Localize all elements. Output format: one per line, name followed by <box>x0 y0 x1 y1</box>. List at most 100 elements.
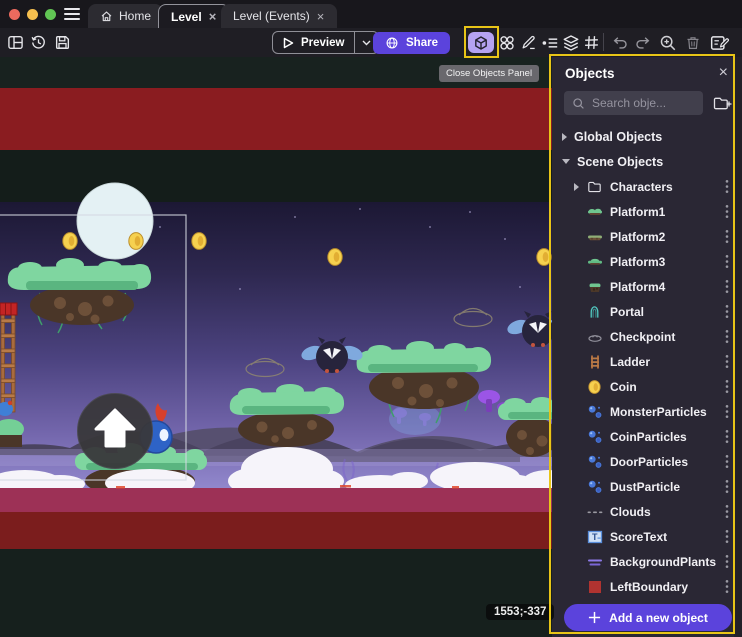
kebab-menu-icon[interactable] <box>720 229 734 244</box>
scene-editor-canvas[interactable] <box>0 57 554 637</box>
object-row-coin[interactable]: Coin <box>552 374 742 399</box>
zoom-icon[interactable] <box>658 33 677 52</box>
undo-icon[interactable] <box>611 33 630 52</box>
kebab-menu-icon[interactable] <box>720 479 734 494</box>
scene-dark-band <box>0 150 554 202</box>
object-row-checkpoint[interactable]: Checkpoint <box>552 324 742 349</box>
kebab-menu-icon[interactable] <box>720 404 734 419</box>
add-button-label: Add a new object <box>609 611 708 625</box>
kebab-menu-icon[interactable] <box>720 179 734 194</box>
object-row-platform4[interactable]: Platform4 <box>552 274 742 299</box>
tab-level-events[interactable]: Level (Events) × <box>221 4 337 28</box>
object-row-leftboundary[interactable]: LeftBoundary <box>552 574 742 599</box>
instances-list-icon[interactable] <box>540 33 559 52</box>
tab-home[interactable]: Home <box>88 4 163 28</box>
save-icon[interactable] <box>53 33 72 52</box>
tab-close-icon[interactable]: × <box>316 10 326 23</box>
redo-icon[interactable] <box>633 33 652 52</box>
object-row-ladder[interactable]: Ladder <box>552 349 742 374</box>
particles-icon <box>586 478 603 495</box>
hamburger-menu-icon[interactable] <box>64 8 80 20</box>
object-row-doorparticles[interactable]: DoorParticles <box>552 449 742 474</box>
grid-icon[interactable] <box>582 33 601 52</box>
object-name: Portal <box>610 305 720 319</box>
chevron-down-icon <box>362 40 371 46</box>
object-row-monsterparticles[interactable]: MonsterParticles <box>552 399 742 424</box>
add-folder-icon[interactable] <box>713 95 732 112</box>
tooltip: Close Objects Panel <box>439 65 539 82</box>
window-maximize-button[interactable] <box>45 9 56 20</box>
object-row-dustparticle[interactable]: DustParticle <box>552 474 742 499</box>
kebab-menu-icon[interactable] <box>720 429 734 444</box>
section-global-objects[interactable]: Global Objects <box>552 124 742 149</box>
ladder-icon <box>586 353 603 370</box>
object-row-backgroundplants[interactable]: BackgroundPlants <box>552 549 742 574</box>
left-boundary-instance[interactable] <box>0 303 17 315</box>
kebab-menu-icon[interactable] <box>720 329 734 344</box>
close-icon[interactable]: × <box>719 65 728 81</box>
window-close-button[interactable] <box>9 9 20 20</box>
platform-mossy-icon <box>586 278 603 295</box>
boundary-icon <box>586 578 603 595</box>
objects-panel: Objects × Search obje... Global Objects … <box>552 57 742 637</box>
kebab-menu-icon[interactable] <box>720 204 734 219</box>
kebab-menu-icon[interactable] <box>720 454 734 469</box>
object-row-coinparticles[interactable]: CoinParticles <box>552 424 742 449</box>
cursor-coordinates-badge: 1553;-337 <box>486 604 554 620</box>
kebab-menu-icon[interactable] <box>720 554 734 569</box>
pencil-icon[interactable] <box>519 33 538 52</box>
object-name: ScoreText <box>610 530 720 544</box>
history-icon[interactable] <box>29 33 48 52</box>
section-label: Scene Objects <box>577 155 663 169</box>
tab-level[interactable]: Level × <box>158 4 230 28</box>
share-button[interactable]: Share <box>373 32 450 54</box>
dark-red-band <box>0 512 554 549</box>
kebab-menu-icon[interactable] <box>720 529 734 544</box>
object-name: DustParticle <box>610 480 720 494</box>
kebab-menu-icon[interactable] <box>720 354 734 369</box>
kebab-menu-icon[interactable] <box>720 304 734 319</box>
object-row-platform1[interactable]: Platform1 <box>552 199 742 224</box>
jump-button-overlay[interactable] <box>78 394 153 469</box>
section-label: Global Objects <box>574 130 662 144</box>
preview-button[interactable]: Preview <box>272 31 379 54</box>
object-groups-icon[interactable] <box>497 33 516 52</box>
panels-layout-icon[interactable] <box>6 33 25 52</box>
tab-label: Level (Events) <box>233 9 310 23</box>
object-row-platform3[interactable]: Platform3 <box>552 249 742 274</box>
caret-down-icon <box>562 159 570 164</box>
objects-panel-header: Objects × <box>552 57 742 85</box>
section-scene-objects[interactable]: Scene Objects <box>552 149 742 174</box>
object-row-clouds[interactable]: Clouds <box>552 499 742 524</box>
search-icon <box>572 97 585 110</box>
moon[interactable] <box>77 183 153 259</box>
coin-icon <box>586 378 603 395</box>
object-row-platform2[interactable]: Platform2 <box>552 224 742 249</box>
search-input[interactable]: Search obje... <box>564 91 703 115</box>
kebab-menu-icon[interactable] <box>720 379 734 394</box>
object-row-portal[interactable]: Portal <box>552 299 742 324</box>
trash-icon[interactable] <box>683 33 702 52</box>
edit-scene-properties-icon[interactable] <box>708 33 731 52</box>
object-name: BackgroundPlants <box>610 555 720 569</box>
window-minimize-button[interactable] <box>27 9 38 20</box>
plus-icon <box>588 611 601 624</box>
particles-icon <box>586 403 603 420</box>
kebab-menu-icon[interactable] <box>720 504 734 519</box>
kebab-menu-icon[interactable] <box>720 254 734 269</box>
object-row-scoretext[interactable]: TScoreText <box>552 524 742 549</box>
panel-title: Objects <box>565 66 615 81</box>
objects-panel-toggle-button[interactable] <box>468 32 494 53</box>
kebab-menu-icon[interactable] <box>720 279 734 294</box>
scene-red-band <box>0 88 554 150</box>
caret-right-icon <box>562 133 567 141</box>
object-name: MonsterParticles <box>610 405 720 419</box>
layers-icon[interactable] <box>561 33 580 52</box>
kebab-menu-icon[interactable] <box>720 579 734 594</box>
object-name: Platform3 <box>610 255 720 269</box>
plants-icon <box>586 553 603 570</box>
object-row-characters[interactable]: Characters <box>552 174 742 199</box>
tab-close-icon[interactable]: × <box>208 10 218 23</box>
add-new-object-button[interactable]: Add a new object <box>564 604 732 631</box>
object-name: Clouds <box>610 505 720 519</box>
